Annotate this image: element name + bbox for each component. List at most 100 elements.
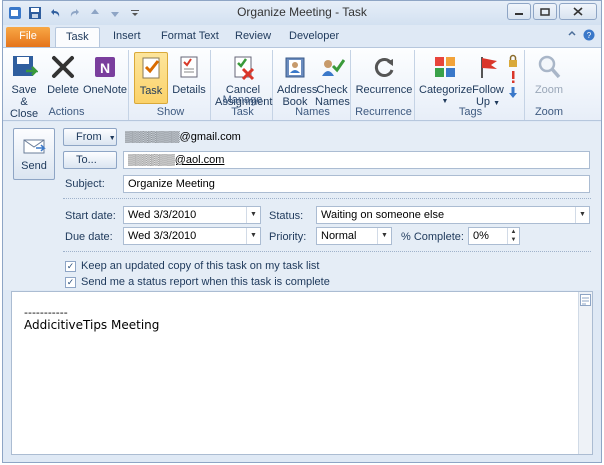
help-icon[interactable]: ? — [583, 29, 595, 44]
zoom-button[interactable]: Zoom — [531, 52, 567, 96]
details-icon — [174, 52, 204, 82]
zoom-label: Zoom — [534, 84, 564, 96]
minimize-ribbon-icon[interactable] — [567, 29, 577, 44]
status-report-checkbox[interactable]: ✓ Send me a status report when this task… — [65, 276, 330, 288]
ribbon-options: ? — [567, 29, 595, 44]
spinner-arrows-icon[interactable]: ▲ ▼ — [507, 228, 519, 244]
status-value: Waiting on someone else — [321, 209, 445, 221]
subject-field[interactable]: Organize Meeting — [123, 175, 590, 193]
flag-icon — [473, 52, 503, 82]
task-view-button[interactable]: Task — [134, 52, 168, 104]
from-button[interactable]: From ▼ — [63, 128, 117, 146]
group-names: Address Book Check Names Names — [275, 50, 351, 120]
task-view-label: Task — [139, 85, 163, 97]
check-names-label: Check Names — [315, 84, 350, 108]
delete-icon — [48, 52, 78, 82]
recurrence-icon — [369, 52, 399, 82]
tag-small-icons — [507, 54, 521, 102]
send-label: Send — [21, 160, 47, 172]
private-lock-icon[interactable] — [507, 54, 521, 70]
close-button[interactable] — [559, 3, 597, 20]
save-close-icon — [9, 52, 39, 82]
check-names-icon — [317, 52, 347, 82]
address-book-label: Address Book — [277, 84, 318, 108]
group-show: Task Details Show — [131, 50, 211, 120]
status-dropdown-icon[interactable]: ▼ — [575, 207, 589, 223]
restore-button[interactable] — [533, 3, 557, 20]
percent-complete-spinner[interactable]: 0% ▲ ▼ — [468, 227, 520, 245]
tab-review[interactable]: Review — [225, 27, 281, 47]
onenote-label: OneNote — [83, 84, 128, 96]
divider — [63, 198, 591, 199]
group-label-recurrence: Recurrence — [355, 106, 412, 118]
due-date-value: Wed 3/3/2010 — [128, 230, 197, 242]
title-bar: Organize Meeting - Task — [3, 1, 601, 25]
send-button[interactable]: Send — [13, 128, 55, 180]
group-actions: Save & Close Delete N OneNote Actions — [5, 50, 129, 120]
ruler-toggle-icon[interactable] — [580, 294, 591, 306]
task-body-editor[interactable]: ----------- AddicitiveTips Meeting — [11, 291, 593, 455]
tab-file[interactable]: File — [6, 27, 50, 47]
due-date-picker[interactable]: Wed 3/3/2010 ▼ — [123, 227, 261, 245]
vertical-scrollbar[interactable] — [578, 292, 592, 454]
tab-format-text[interactable]: Format Text — [151, 27, 229, 47]
high-importance-icon[interactable] — [507, 70, 521, 86]
group-label-zoom: Zoom — [534, 106, 564, 118]
onenote-button[interactable]: N OneNote — [83, 52, 127, 96]
address-book-button[interactable]: Address Book — [277, 52, 318, 108]
address-book-icon — [280, 52, 310, 82]
start-date-picker[interactable]: Wed 3/3/2010 ▼ — [123, 206, 261, 224]
group-manage-task: Cancel Assignment Manage Task — [213, 50, 273, 120]
delete-label: Delete — [47, 84, 79, 96]
checkbox-checked-icon[interactable]: ✓ — [65, 276, 76, 288]
keep-copy-checkbox[interactable]: ✓ Keep an updated copy of this task on m… — [65, 260, 319, 272]
low-importance-icon[interactable] — [507, 86, 521, 102]
tab-insert[interactable]: Insert — [103, 27, 151, 47]
magnifier-icon — [534, 52, 564, 82]
percent-complete-label: % Complete: — [401, 231, 464, 243]
to-field[interactable]: ▒▒▒▒▒▒@aol.com — [123, 151, 590, 169]
categorize-button[interactable]: Categorize ▼ — [419, 52, 473, 108]
recurrence-label: Recurrence — [355, 84, 413, 96]
group-tags: Categorize ▼ Follow Up ▼ Tags — [417, 50, 525, 120]
body-line-2: AddicitiveTips Meeting — [24, 318, 160, 332]
categorize-icon — [430, 52, 460, 82]
start-date-dropdown-icon[interactable]: ▼ — [246, 207, 260, 223]
to-button[interactable]: To... — [63, 151, 117, 169]
group-zoom: Zoom Zoom — [527, 50, 571, 120]
details-button[interactable]: Details — [171, 52, 207, 96]
onenote-icon: N — [90, 52, 120, 82]
cancel-assignment-icon — [228, 52, 258, 82]
ribbon-tabs: File Task Insert Format Text Review Deve… — [3, 25, 601, 47]
minimize-button[interactable] — [507, 3, 531, 20]
priority-label: Priority: — [269, 231, 307, 243]
from-value: ▒▒▒▒▒▒▒@gmail.com — [125, 131, 241, 143]
status-select[interactable]: Waiting on someone else ▼ — [316, 206, 590, 224]
priority-select[interactable]: Normal ▼ — [316, 227, 392, 245]
group-label-actions: Actions — [48, 106, 85, 118]
tab-developer[interactable]: Developer — [279, 27, 349, 47]
task-form: Send From ▼ ▒▒▒▒▒▒▒@gmail.com To... ▒▒▒▒… — [3, 122, 601, 290]
details-label: Details — [172, 84, 206, 96]
status-report-label: Send me a status report when this task i… — [81, 276, 330, 288]
group-label-manage-task: Manage Task — [222, 94, 263, 118]
send-envelope-icon — [22, 137, 46, 157]
checkbox-checked-icon[interactable]: ✓ — [65, 260, 76, 272]
from-dropdown-icon: ▼ — [108, 135, 116, 142]
due-date-dropdown-icon[interactable]: ▼ — [246, 228, 260, 244]
priority-value: Normal — [321, 230, 357, 242]
check-names-button[interactable]: Check Names — [315, 52, 350, 108]
categorize-label: Categorize — [419, 84, 473, 96]
priority-dropdown-icon[interactable]: ▼ — [377, 228, 391, 244]
subject-label: Subject: — [65, 178, 105, 190]
group-label-show: Show — [156, 106, 185, 118]
group-label-names: Names — [295, 106, 330, 118]
delete-button[interactable]: Delete — [45, 52, 81, 96]
tab-task[interactable]: Task — [55, 27, 100, 47]
recurrence-button[interactable]: Recurrence — [355, 52, 413, 96]
due-date-label: Due date: — [65, 231, 113, 243]
follow-up-button[interactable]: Follow Up ▼ — [471, 52, 505, 110]
window-controls — [507, 3, 597, 20]
svg-text:N: N — [100, 60, 110, 76]
group-label-tags: Tags — [458, 106, 483, 118]
